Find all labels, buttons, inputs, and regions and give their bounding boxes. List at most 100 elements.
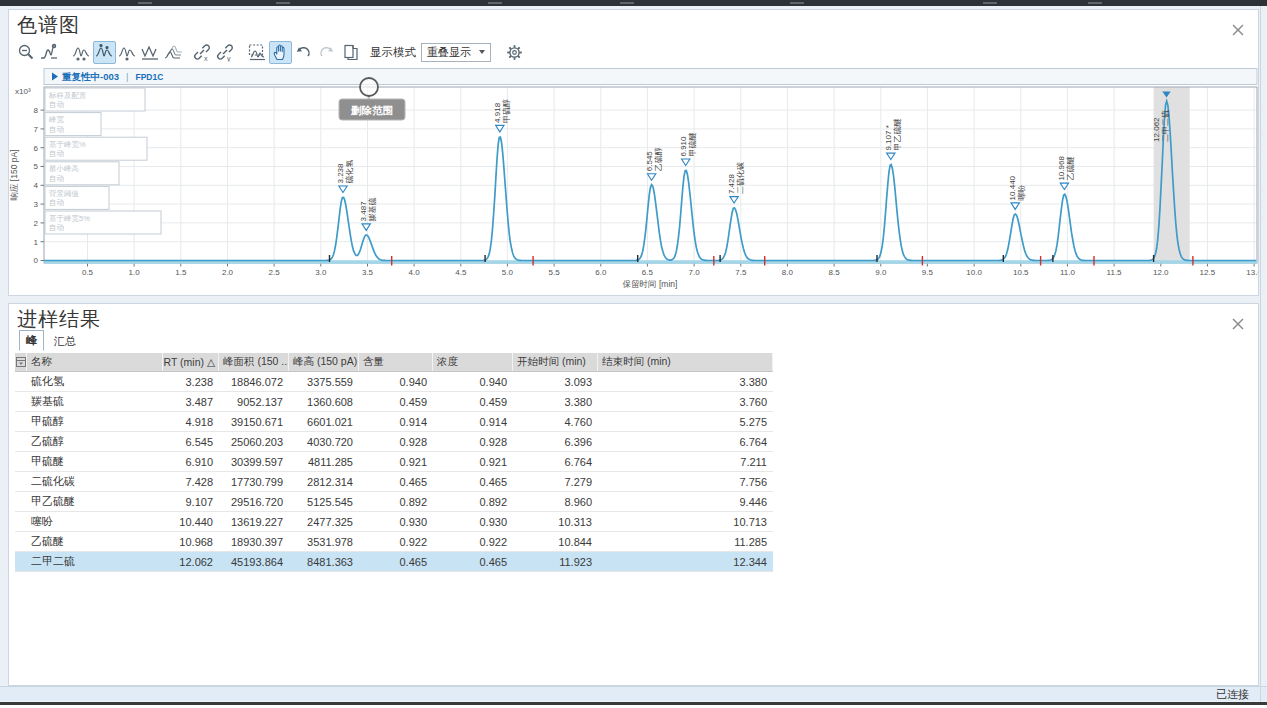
display-mode-dropdown[interactable]: 重叠显示 xyxy=(421,43,491,62)
peaks-overlay-button[interactable] xyxy=(93,41,116,64)
zoom-out-button[interactable] xyxy=(15,41,38,64)
column-header-7[interactable]: 结束时间 (min) xyxy=(598,353,773,371)
chromatogram-close-button[interactable] xyxy=(1230,22,1246,38)
chromatogram-chart[interactable]: 重复性中-003|FPD1C标样及配置自动峰宽自动基于峰宽%自动最小峰高自动背景… xyxy=(9,68,1258,295)
integration-annotation: 背景阈值自动 xyxy=(45,186,109,209)
column-header-5[interactable]: 浓度 xyxy=(433,353,513,371)
svg-text:自动: 自动 xyxy=(49,174,65,183)
window-right-edge xyxy=(1260,6,1261,702)
table-cell: 12.062 xyxy=(163,552,219,571)
stacked-view-button[interactable] xyxy=(162,41,185,64)
svg-text:峰宽: 峰宽 xyxy=(49,115,65,124)
table-cell: 10.713 xyxy=(598,512,773,531)
x-axis-title: 保留时间 [min] xyxy=(623,279,678,289)
tab-peaks[interactable]: 峰 xyxy=(19,330,44,351)
row-selector-header[interactable] xyxy=(15,353,27,371)
integration-annotation: 基于峰宽%自动 xyxy=(45,137,147,160)
tab-summary[interactable]: 汇总 xyxy=(48,332,82,351)
table-row[interactable]: 二硫化碳7.42817730.7992812.3140.4650.4657.27… xyxy=(15,472,773,492)
peak-name-label: 二硫化碳 xyxy=(736,162,745,194)
svg-text:12.0: 12.0 xyxy=(1153,268,1169,277)
svg-text:4: 4 xyxy=(34,181,39,190)
svg-text:2.5: 2.5 xyxy=(269,268,281,277)
table-row[interactable]: 甲乙硫醚9.10729516.7205125.5450.8920.8928.96… xyxy=(15,492,773,512)
table-row[interactable]: 甲硫醇4.91839150.6716601.0210.9140.9144.760… xyxy=(15,412,773,432)
signal-zigzag-button[interactable] xyxy=(139,41,162,64)
table-cell: 0.928 xyxy=(359,432,433,451)
peak-name-label: 甲乙硫醚 xyxy=(893,119,902,151)
table-row[interactable]: 噻吩10.44013619.2272477.3250.9300.93010.31… xyxy=(15,512,773,532)
connection-status: 已连接 xyxy=(1216,687,1249,702)
results-panel-title: 进样结果 xyxy=(17,306,101,333)
svg-text:10.5: 10.5 xyxy=(1013,268,1029,277)
table-row[interactable]: 甲硫醚6.91030399.5974811.2850.9210.9216.764… xyxy=(15,452,773,472)
table-cell: 7.211 xyxy=(598,452,773,471)
svg-text:10.0: 10.0 xyxy=(966,268,982,277)
table-cell: 12.344 xyxy=(598,552,773,571)
svg-text:自动: 自动 xyxy=(49,223,65,232)
table-cell: 硫化氢 xyxy=(27,372,163,391)
table-row[interactable]: 硫化氢3.23818846.0723375.5590.9400.9403.093… xyxy=(15,372,773,392)
table-cell: 3.380 xyxy=(598,372,773,391)
table-cell: 3.093 xyxy=(513,372,598,391)
table-cell: 1360.608 xyxy=(289,392,359,411)
results-panel: 进样结果 峰 汇总 名称RT (min) △峰面积 (150 ...峰高 (15… xyxy=(8,303,1259,686)
svg-text:自动: 自动 xyxy=(49,198,65,207)
settings-gear-button[interactable] xyxy=(503,41,526,64)
peaks-align-button[interactable] xyxy=(70,41,93,64)
svg-text:8.5: 8.5 xyxy=(829,268,841,277)
peak-name-label: 硫化氢 xyxy=(345,160,354,184)
table-cell: 0.930 xyxy=(359,512,433,531)
link-x-axis-button[interactable]: x xyxy=(190,41,213,64)
table-cell: 0.922 xyxy=(359,532,433,551)
peak-name-label: 乙硫醇 xyxy=(654,147,663,171)
table-cell: 4811.285 xyxy=(289,452,359,471)
table-cell: 10.440 xyxy=(163,512,219,531)
column-header-4[interactable]: 含量 xyxy=(359,353,433,371)
svg-text:自动: 自动 xyxy=(49,149,65,158)
svg-text:2.0: 2.0 xyxy=(222,268,234,277)
table-cell: 0.892 xyxy=(433,492,513,511)
svg-text:11.5: 11.5 xyxy=(1107,268,1123,277)
table-row[interactable]: 羰基硫3.4879052.1371360.6080.4590.4593.3803… xyxy=(15,392,773,412)
peak-name-label: 甲硫醇 xyxy=(502,99,511,123)
table-cell: 6.764 xyxy=(598,432,773,451)
svg-text:4.0: 4.0 xyxy=(409,268,421,277)
table-cell: 0.465 xyxy=(359,552,433,571)
column-header-6[interactable]: 开始时间 (min) xyxy=(513,353,598,371)
table-cell: 9.446 xyxy=(598,492,773,511)
results-close-button[interactable] xyxy=(1230,316,1246,332)
svg-text:基于峰宽%: 基于峰宽% xyxy=(49,140,86,149)
svg-text:基于峰宽5%: 基于峰宽5% xyxy=(49,214,90,223)
trace-cursor-button[interactable] xyxy=(38,41,61,64)
results-tabs: 峰 汇总 xyxy=(19,333,82,351)
chevron-down-icon xyxy=(479,50,485,54)
zoom-region-button[interactable] xyxy=(246,41,269,64)
column-header-1[interactable]: RT (min) △ xyxy=(163,353,219,371)
table-cell: 18930.397 xyxy=(219,532,289,551)
svg-text:5.5: 5.5 xyxy=(549,268,561,277)
table-row[interactable]: 乙硫醇6.54525060.2034030.7200.9280.9286.396… xyxy=(15,432,773,452)
table-cell: 甲硫醇 xyxy=(27,412,163,431)
svg-text:3: 3 xyxy=(34,200,39,209)
table-cell: 7.756 xyxy=(598,472,773,491)
table-cell: 25060.203 xyxy=(219,432,289,451)
table-row[interactable]: 乙硫醚10.96818930.3973531.9780.9220.92210.8… xyxy=(15,532,773,552)
peak-rt-label: 3.238 xyxy=(336,163,345,184)
link-y-axis-button[interactable]: y xyxy=(213,41,236,64)
redo-button[interactable] xyxy=(315,41,338,64)
column-header-2[interactable]: 峰面积 (150 ... xyxy=(219,353,289,371)
column-header-0[interactable]: 名称 xyxy=(27,353,163,371)
svg-text:6: 6 xyxy=(34,144,39,153)
table-cell: 5.275 xyxy=(598,412,773,431)
table-cell: 0.922 xyxy=(433,532,513,551)
table-cell: 4030.720 xyxy=(289,432,359,451)
column-header-3[interactable]: 峰高 (150 pA) xyxy=(289,353,359,371)
peaks-stack-button[interactable] xyxy=(116,41,139,64)
undo-button[interactable] xyxy=(292,41,315,64)
table-cell: 0.928 xyxy=(433,432,513,451)
table-row[interactable]: 二甲二硫12.06245193.8648481.3630.4650.46511.… xyxy=(15,552,773,572)
table-cell: 2812.314 xyxy=(289,472,359,491)
pan-hand-button[interactable] xyxy=(269,41,292,64)
copy-page-button[interactable] xyxy=(340,41,363,64)
